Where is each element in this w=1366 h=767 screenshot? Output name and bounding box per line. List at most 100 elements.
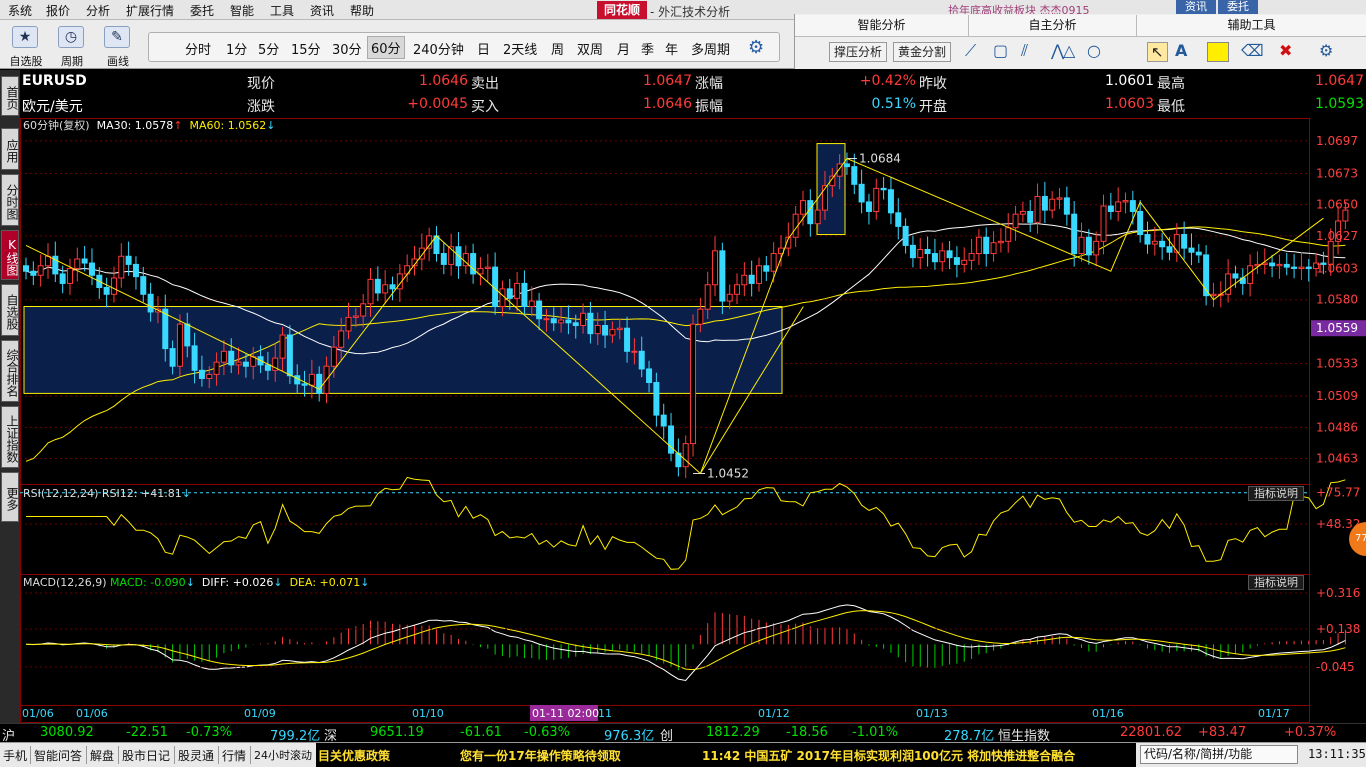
triangle-icon[interactable]: △	[1063, 41, 1075, 60]
candle	[865, 193, 872, 225]
status-jiepan[interactable]: 解盘	[90, 747, 114, 764]
ask-price: 1.0647	[643, 73, 692, 89]
period-biweek[interactable]: 双周	[577, 39, 603, 58]
candle-body	[887, 189, 894, 214]
candle	[110, 266, 117, 303]
cursor-icon[interactable]: ↖	[1147, 42, 1168, 62]
candle	[1254, 251, 1261, 274]
entrust-button[interactable]: 委托	[1218, 0, 1258, 14]
news-item[interactable]: 目关优惠政策	[318, 747, 390, 764]
period-1m[interactable]: 1分	[226, 39, 247, 58]
candle	[396, 264, 403, 302]
draw-tool[interactable]: ✎ 画线	[96, 24, 140, 68]
circle-icon[interactable]: ○	[1087, 41, 1101, 60]
period-30m[interactable]: 30分	[332, 39, 362, 58]
candle	[1269, 254, 1276, 278]
macd-help-button[interactable]: 指标说明	[1248, 575, 1304, 590]
left-tab-home[interactable]: 首页	[1, 76, 19, 116]
tab-self-analysis[interactable]: 自主分析	[969, 15, 1137, 37]
status-mobile[interactable]: 手机	[3, 747, 27, 764]
candle-body	[983, 236, 990, 255]
golden-section-button[interactable]: 黄金分割	[893, 42, 952, 62]
period-timeshare[interactable]: 分时	[185, 39, 211, 58]
left-tab-sh-index[interactable]: 上证指数	[1, 406, 19, 468]
candle-body	[682, 443, 689, 468]
eraser-icon[interactable]: ⌫	[1241, 41, 1264, 60]
crosshair-time-label: 01-11 02:00	[532, 707, 599, 720]
tab-aux-tools[interactable]: 辅助工具	[1137, 15, 1366, 37]
left-tab-ranking[interactable]: 综合排名	[1, 340, 19, 402]
info-button[interactable]: 资讯	[1176, 0, 1216, 14]
menu-analysis[interactable]: 分析	[86, 2, 110, 19]
rsi-help-button[interactable]: 指标说明	[1248, 486, 1304, 501]
change-pct: +0.42%	[859, 73, 916, 89]
menu-ext-quote[interactable]: 扩展行情	[126, 2, 174, 19]
status-diary[interactable]: 股市日记	[122, 747, 170, 764]
candle-body	[382, 284, 389, 294]
x-tick: 01/10	[412, 707, 444, 720]
candle-body	[23, 265, 29, 272]
arrow-down-icon: ↓	[185, 576, 195, 589]
candle-body	[1225, 273, 1232, 295]
menu-system[interactable]: 系统	[8, 2, 32, 19]
period-2day[interactable]: 2天线	[503, 39, 537, 58]
text-icon[interactable]: A	[1175, 41, 1187, 60]
watchlist-tool[interactable]: ★ 自选股	[4, 24, 48, 68]
left-tab-apps[interactable]: 应用	[1, 128, 19, 170]
period-week[interactable]: 周	[551, 39, 564, 58]
left-tab-more[interactable]: 更多	[1, 472, 19, 522]
period-quarter[interactable]: 季	[641, 39, 654, 58]
period-15m[interactable]: 15分	[291, 39, 321, 58]
news-item[interactable]: 您有一份17年操作策略待领取	[460, 747, 621, 764]
index-cy-chg: -18.56	[786, 725, 828, 740]
period-month[interactable]: 月	[617, 39, 630, 58]
news-item[interactable]: 11:42 中国五矿 2017年目标实现利润100亿元 将加快推进整合融合	[702, 747, 1075, 764]
candle-body	[1129, 200, 1136, 212]
candle	[858, 169, 865, 214]
candle	[426, 227, 433, 262]
candle-body	[770, 253, 777, 272]
period-multi[interactable]: 多周期	[691, 39, 730, 58]
period-day[interactable]: 日	[477, 39, 490, 58]
status-qa[interactable]: 智能问答	[34, 747, 82, 764]
delete-icon[interactable]: ✖	[1279, 41, 1292, 60]
menu-entrust[interactable]: 委托	[190, 2, 214, 19]
tab-smart-analysis[interactable]: 智能分析	[795, 15, 969, 37]
period-tool[interactable]: ◷ 周期	[50, 24, 94, 68]
period-year[interactable]: 年	[665, 39, 678, 58]
parallel-icon[interactable]: ⫽	[1021, 41, 1028, 61]
menu-smart[interactable]: 智能	[230, 2, 254, 19]
period-5m[interactable]: 5分	[258, 39, 279, 58]
left-tab-kline[interactable]: K线图	[1, 230, 19, 280]
status-lingtong[interactable]: 股灵通	[178, 747, 214, 764]
candle-body	[301, 383, 308, 386]
price-change: +0.0045	[407, 96, 468, 112]
line-icon[interactable]: ⟋	[965, 41, 976, 61]
news-ticker[interactable]: 目关优惠政策 您有一份17年操作策略待领取 11:42 中国五矿 2017年目标…	[316, 743, 1136, 767]
chart-area[interactable]: 1.0697 1.0673 1.0650 1.0627 1.0603 1.0580 1.05…	[20, 118, 1366, 723]
code-search-input[interactable]: 代码/名称/简拼/功能	[1140, 745, 1298, 764]
status-quote[interactable]: 行情	[222, 747, 246, 764]
status-24h[interactable]: 24小时滚动	[254, 747, 312, 763]
period-240m[interactable]: 240分钟	[413, 39, 464, 58]
candle-body	[521, 282, 528, 308]
period-60m[interactable]: 60分	[367, 36, 405, 59]
menu-quote[interactable]: 报价	[46, 2, 70, 19]
gear-icon[interactable]: ⚙	[748, 37, 764, 58]
candle-body	[719, 250, 726, 302]
left-tab-watchlist[interactable]: 自选股	[1, 284, 19, 336]
menu-info[interactable]: 资讯	[310, 2, 334, 19]
left-tab-timeshare[interactable]: 分时图	[1, 174, 19, 226]
candle-body	[741, 274, 748, 286]
rect-icon[interactable]: ▢	[993, 41, 1008, 60]
price-tick: 1.0627	[1316, 229, 1358, 243]
menu-help[interactable]: 帮助	[350, 2, 374, 19]
candle-body	[939, 250, 946, 263]
support-resistance-button[interactable]: 撑压分析	[829, 42, 888, 62]
candle-body	[1210, 293, 1217, 297]
price-tick: 1.0650	[1316, 198, 1358, 212]
settings-icon[interactable]: ⚙	[1319, 41, 1333, 60]
color-swatch[interactable]	[1207, 42, 1229, 62]
index-bar: 沪 3080.92 -22.51 -0.73% 799.2亿 深 9651.19…	[0, 723, 1366, 744]
menu-tools[interactable]: 工具	[270, 2, 294, 19]
